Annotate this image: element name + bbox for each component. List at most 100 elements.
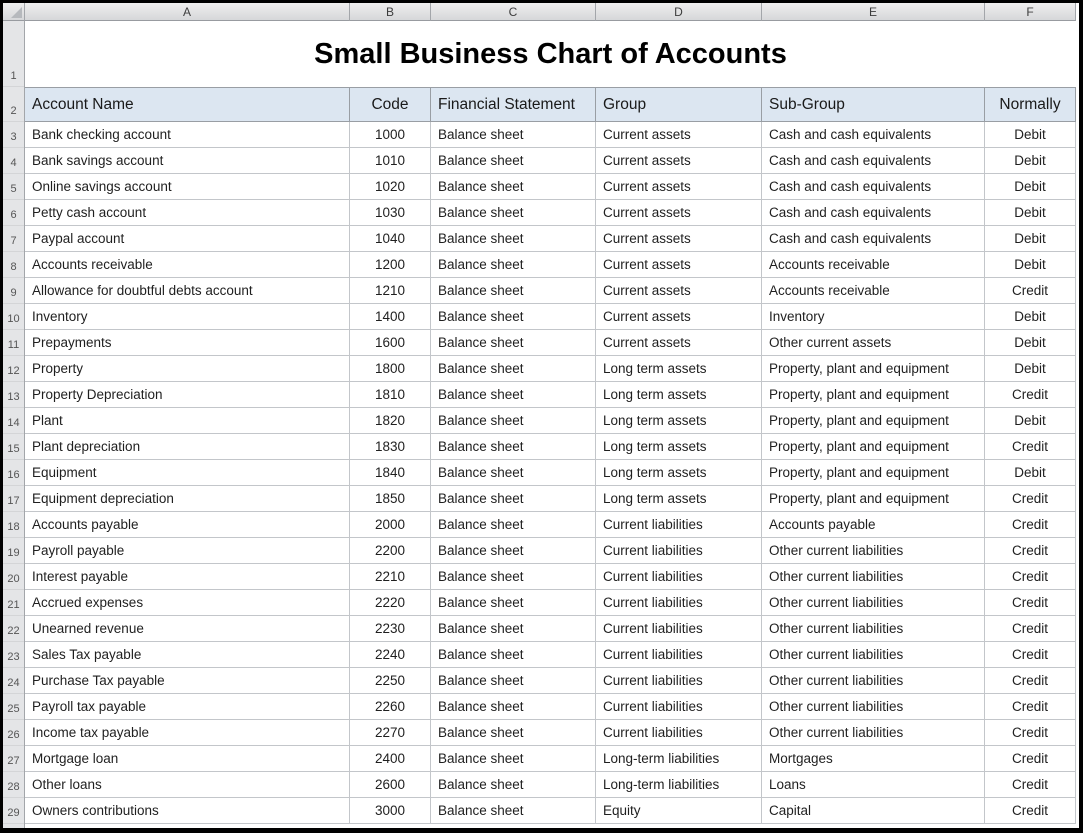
cell-E3[interactable]: Cash and cash equivalents	[762, 122, 985, 148]
cell-A27[interactable]: Mortgage loan	[25, 746, 350, 772]
cell-F24[interactable]: Credit	[985, 668, 1076, 694]
row-number-3[interactable]: 3	[3, 122, 24, 148]
cell-E23[interactable]: Other current liabilities	[762, 642, 985, 668]
cell-B18[interactable]: 2000	[350, 512, 431, 538]
cell-E21[interactable]: Other current liabilities	[762, 590, 985, 616]
header-code[interactable]: Code	[350, 88, 431, 121]
row-number-12[interactable]: 12	[3, 356, 24, 382]
cell-D21[interactable]: Current liabilities	[596, 590, 762, 616]
row-number-24[interactable]: 24	[3, 668, 24, 694]
cell-A4[interactable]: Bank savings account	[25, 148, 350, 174]
cell-E9[interactable]: Accounts receivable	[762, 278, 985, 304]
cell-C25[interactable]: Balance sheet	[431, 694, 596, 720]
cell-C23[interactable]: Balance sheet	[431, 642, 596, 668]
cell-E25[interactable]: Other current liabilities	[762, 694, 985, 720]
cell-C8[interactable]: Balance sheet	[431, 252, 596, 278]
cell-D5[interactable]: Current assets	[596, 174, 762, 200]
cell-D22[interactable]: Current liabilities	[596, 616, 762, 642]
cell-D8[interactable]: Current assets	[596, 252, 762, 278]
cell-F21[interactable]: Credit	[985, 590, 1076, 616]
cell-C19[interactable]: Balance sheet	[431, 538, 596, 564]
row-number-28[interactable]: 28	[3, 772, 24, 798]
cell-E4[interactable]: Cash and cash equivalents	[762, 148, 985, 174]
cell-C10[interactable]: Balance sheet	[431, 304, 596, 330]
cell-A5[interactable]: Online savings account	[25, 174, 350, 200]
column-header-A[interactable]: A	[25, 3, 350, 21]
cell-D23[interactable]: Current liabilities	[596, 642, 762, 668]
cell-D14[interactable]: Long term assets	[596, 408, 762, 434]
cell-B24[interactable]: 2250	[350, 668, 431, 694]
cell-D20[interactable]: Current liabilities	[596, 564, 762, 590]
cell-F22[interactable]: Credit	[985, 616, 1076, 642]
cell-B12[interactable]: 1800	[350, 356, 431, 382]
cell-D24[interactable]: Current liabilities	[596, 668, 762, 694]
header-group[interactable]: Group	[596, 88, 762, 121]
cell-E11[interactable]: Other current assets	[762, 330, 985, 356]
row-number-4[interactable]: 4	[3, 148, 24, 174]
cell-F12[interactable]: Debit	[985, 356, 1076, 382]
row-number-21[interactable]: 21	[3, 590, 24, 616]
cell-A6[interactable]: Petty cash account	[25, 200, 350, 226]
column-header-F[interactable]: F	[985, 3, 1076, 21]
header-financial-statement[interactable]: Financial Statement	[431, 88, 596, 121]
cell-F16[interactable]: Debit	[985, 460, 1076, 486]
cell-D10[interactable]: Current assets	[596, 304, 762, 330]
cell-C28[interactable]: Balance sheet	[431, 772, 596, 798]
cell-F6[interactable]: Debit	[985, 200, 1076, 226]
cell-C18[interactable]: Balance sheet	[431, 512, 596, 538]
cell-E20[interactable]: Other current liabilities	[762, 564, 985, 590]
cell-A3[interactable]: Bank checking account	[25, 122, 350, 148]
cell-F7[interactable]: Debit	[985, 226, 1076, 252]
cell-F4[interactable]: Debit	[985, 148, 1076, 174]
cell-B16[interactable]: 1840	[350, 460, 431, 486]
cell-B6[interactable]: 1030	[350, 200, 431, 226]
row-number-17[interactable]: 17	[3, 486, 24, 512]
cell-E26[interactable]: Other current liabilities	[762, 720, 985, 746]
cell-E6[interactable]: Cash and cash equivalents	[762, 200, 985, 226]
cell-C17[interactable]: Balance sheet	[431, 486, 596, 512]
row-number-14[interactable]: 14	[3, 408, 24, 434]
column-header-B[interactable]: B	[350, 3, 431, 21]
cell-F26[interactable]: Credit	[985, 720, 1076, 746]
cell-C16[interactable]: Balance sheet	[431, 460, 596, 486]
cell-D12[interactable]: Long term assets	[596, 356, 762, 382]
row-number-19[interactable]: 19	[3, 538, 24, 564]
cell-F27[interactable]: Credit	[985, 746, 1076, 772]
column-header-E[interactable]: E	[762, 3, 985, 21]
cell-F13[interactable]: Credit	[985, 382, 1076, 408]
cell-F19[interactable]: Credit	[985, 538, 1076, 564]
cell-F5[interactable]: Debit	[985, 174, 1076, 200]
cell-C15[interactable]: Balance sheet	[431, 434, 596, 460]
cell-C26[interactable]: Balance sheet	[431, 720, 596, 746]
row-number-22[interactable]: 22	[3, 616, 24, 642]
cell-B10[interactable]: 1400	[350, 304, 431, 330]
cell-E16[interactable]: Property, plant and equipment	[762, 460, 985, 486]
cell-A14[interactable]: Plant	[25, 408, 350, 434]
row-number-10[interactable]: 10	[3, 304, 24, 330]
row-number-7[interactable]: 7	[3, 226, 24, 252]
cell-D18[interactable]: Current liabilities	[596, 512, 762, 538]
cell-E14[interactable]: Property, plant and equipment	[762, 408, 985, 434]
header-normally[interactable]: Normally	[985, 88, 1076, 121]
cell-D11[interactable]: Current assets	[596, 330, 762, 356]
cell-F17[interactable]: Credit	[985, 486, 1076, 512]
cell-A29[interactable]: Owners contributions	[25, 798, 350, 824]
cell-C14[interactable]: Balance sheet	[431, 408, 596, 434]
cell-D27[interactable]: Long-term liabilities	[596, 746, 762, 772]
cell-B17[interactable]: 1850	[350, 486, 431, 512]
cell-E8[interactable]: Accounts receivable	[762, 252, 985, 278]
cell-B19[interactable]: 2200	[350, 538, 431, 564]
cell-C27[interactable]: Balance sheet	[431, 746, 596, 772]
header-sub-group[interactable]: Sub-Group	[762, 88, 985, 121]
cell-A19[interactable]: Payroll payable	[25, 538, 350, 564]
cell-A15[interactable]: Plant depreciation	[25, 434, 350, 460]
cell-D9[interactable]: Current assets	[596, 278, 762, 304]
cell-F20[interactable]: Credit	[985, 564, 1076, 590]
cell-D16[interactable]: Long term assets	[596, 460, 762, 486]
cell-B5[interactable]: 1020	[350, 174, 431, 200]
cell-D13[interactable]: Long term assets	[596, 382, 762, 408]
cell-C24[interactable]: Balance sheet	[431, 668, 596, 694]
row-number-8[interactable]: 8	[3, 252, 24, 278]
cell-A7[interactable]: Paypal account	[25, 226, 350, 252]
cell-B25[interactable]: 2260	[350, 694, 431, 720]
